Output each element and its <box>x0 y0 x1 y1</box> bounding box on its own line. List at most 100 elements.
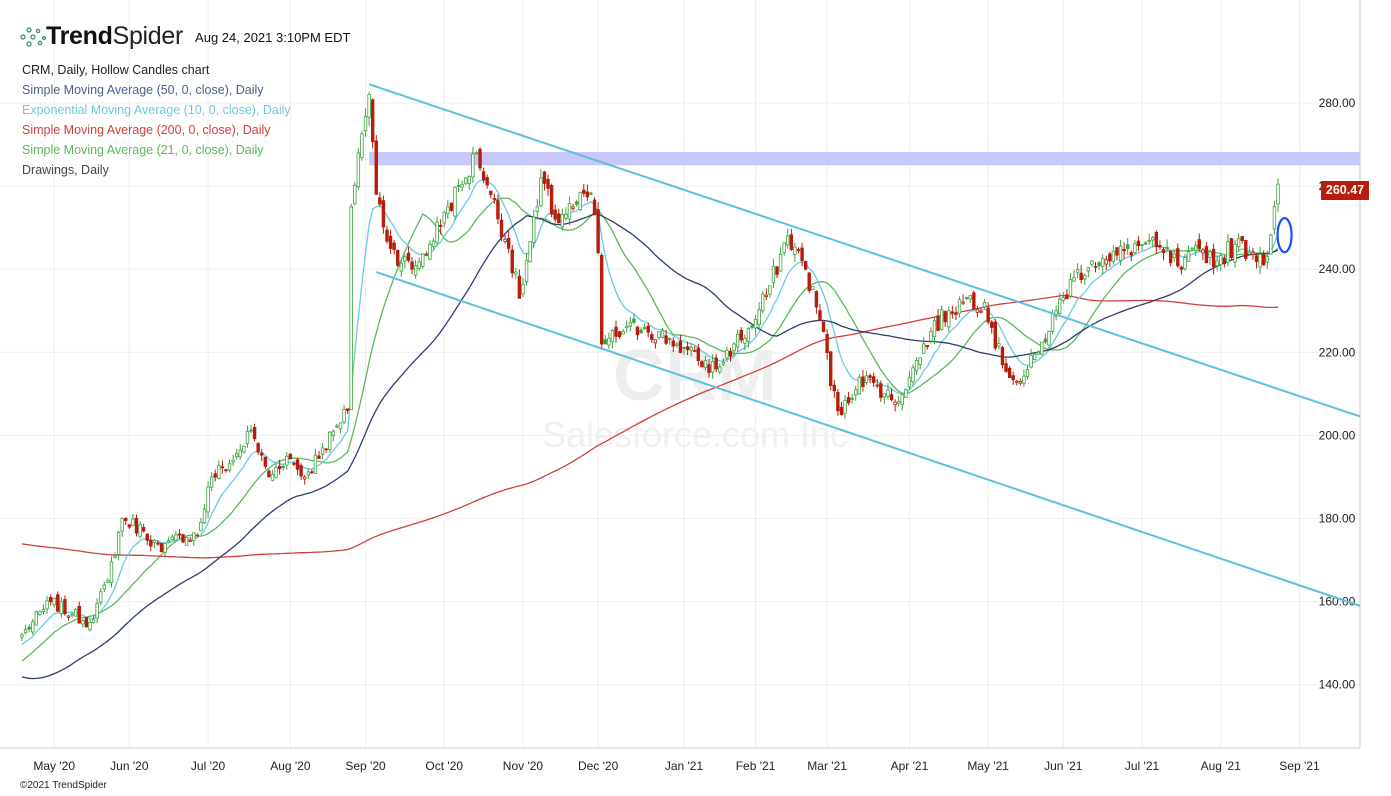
candle-body <box>370 99 375 142</box>
candle-body <box>1143 242 1148 245</box>
candle-body <box>789 234 794 250</box>
candle-body <box>607 337 611 346</box>
candle-body <box>614 326 618 337</box>
candle-body <box>41 609 46 612</box>
candle-body <box>800 247 804 262</box>
candle-body <box>260 452 264 456</box>
candle-body <box>1179 266 1184 270</box>
candle-body <box>413 265 418 276</box>
candle-body <box>27 626 31 630</box>
candle-body <box>1015 380 1019 383</box>
candle-body <box>564 213 568 219</box>
candle-body <box>596 209 600 253</box>
candle-body <box>947 310 951 328</box>
legend-sma21[interactable]: Simple Moving Average (21, 0, close), Da… <box>22 140 291 160</box>
candle-body <box>77 605 81 624</box>
candle-body <box>274 467 278 479</box>
candle-body <box>1193 244 1198 252</box>
candle-body <box>979 310 983 313</box>
x-tick-label: Mar '21 <box>807 759 847 773</box>
x-tick-label: Sep '21 <box>1279 759 1320 773</box>
candle-body <box>195 534 200 537</box>
candle-body <box>342 408 346 423</box>
candle-body <box>66 615 71 618</box>
x-tick-label: Aug '20 <box>270 759 311 773</box>
candle-body <box>403 256 407 262</box>
candle-body <box>156 542 160 545</box>
legend-drawings[interactable]: Drawings, Daily <box>22 160 291 180</box>
x-tick-label: May '21 <box>967 759 1009 773</box>
candle-body <box>750 325 754 328</box>
legend-ema10[interactable]: Exponential Moving Average (10, 0, close… <box>22 100 291 120</box>
candle-body <box>421 253 425 267</box>
candle-body <box>138 524 142 537</box>
candle-body <box>918 357 922 365</box>
candle-body <box>546 178 550 189</box>
candle-body <box>134 517 139 534</box>
candle-body <box>868 375 872 378</box>
candle-body <box>310 471 314 474</box>
candle-body <box>929 331 933 342</box>
candle-body <box>875 384 879 387</box>
candle-body <box>320 447 325 455</box>
candle-body <box>1161 249 1166 253</box>
candle-body <box>363 116 368 132</box>
candle-body <box>48 597 53 603</box>
candle-body <box>603 339 607 345</box>
y-tick-label: 240.00 <box>1319 262 1356 276</box>
candle-body <box>718 366 722 373</box>
candle-body <box>1276 183 1280 205</box>
candle-body <box>235 452 239 458</box>
candle-body <box>267 470 271 478</box>
candle-body <box>671 340 675 347</box>
candle-body <box>23 629 28 634</box>
candle-body <box>381 200 386 228</box>
candle-body <box>710 361 715 373</box>
candle-body <box>889 394 894 401</box>
candle-body <box>1136 240 1141 247</box>
x-tick-label: Feb '21 <box>736 759 776 773</box>
candle-body <box>574 201 579 205</box>
candle-body <box>925 345 930 347</box>
candle-body <box>582 189 586 194</box>
candle-body <box>746 328 751 342</box>
candle-body <box>904 389 908 398</box>
channel-lower-line <box>375 271 1361 607</box>
candle-body <box>782 242 786 253</box>
candle-body <box>174 534 178 541</box>
candle-body <box>263 456 268 467</box>
candle-body <box>167 540 171 543</box>
candle-body <box>152 539 157 543</box>
candle-body <box>821 321 826 332</box>
candle-body <box>1261 253 1266 266</box>
candle-body <box>882 393 887 398</box>
candle-body <box>149 539 153 547</box>
candle-body <box>453 186 457 217</box>
candle-body <box>678 340 683 353</box>
candle-body <box>1183 257 1187 270</box>
candle-body <box>256 443 260 453</box>
legend-sma200[interactable]: Simple Moving Average (200, 0, close), D… <box>22 120 291 140</box>
candle-body <box>177 533 182 536</box>
legend-sma50[interactable]: Simple Moving Average (50, 0, close), Da… <box>22 80 291 100</box>
candle-body <box>1047 331 1051 346</box>
candle-body <box>45 600 49 610</box>
candle-body <box>757 309 761 325</box>
candle-body <box>374 140 378 195</box>
candle-body <box>95 603 99 619</box>
candle-body <box>460 184 464 188</box>
candle-body <box>184 537 189 546</box>
candle-body <box>378 197 382 205</box>
candle-body <box>295 459 300 470</box>
candle-body <box>521 283 525 295</box>
candle-body <box>625 325 629 329</box>
candle-body <box>560 214 565 228</box>
candle-body <box>957 299 962 314</box>
candle-body <box>1151 237 1155 241</box>
candle-body <box>91 619 96 623</box>
candle-body <box>1065 294 1069 300</box>
candle-body <box>1108 253 1112 262</box>
candle-body <box>714 357 718 370</box>
y-tick-label: 200.00 <box>1319 428 1356 442</box>
candle-body <box>1079 272 1083 281</box>
